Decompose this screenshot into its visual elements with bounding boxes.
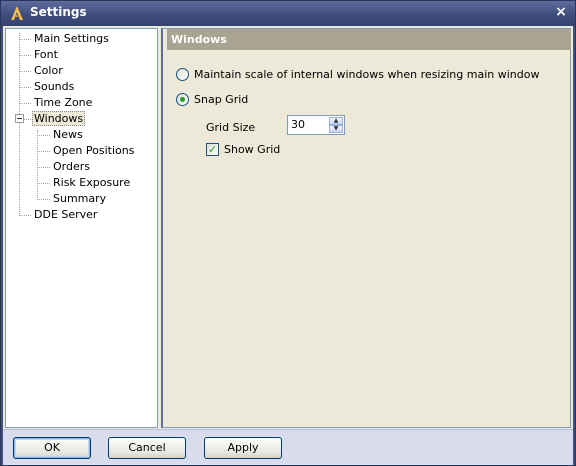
tree-item-label: Summary bbox=[53, 192, 107, 205]
grid-size-label: Grid Size bbox=[206, 121, 256, 134]
cancel-button[interactable]: Cancel bbox=[108, 437, 186, 459]
tree-item-label: Font bbox=[34, 48, 58, 61]
window-title: Settings bbox=[30, 5, 87, 19]
tree-item-label: Risk Exposure bbox=[53, 176, 131, 189]
panel-title: Windows bbox=[167, 29, 571, 50]
grid-size-input[interactable]: 30 bbox=[291, 118, 305, 131]
button-bar: OK Cancel Apply bbox=[3, 429, 573, 465]
tree-item-time-zone[interactable]: Time Zone bbox=[32, 96, 94, 110]
tree-item-label: Orders bbox=[53, 160, 90, 173]
apply-button[interactable]: Apply bbox=[204, 437, 282, 459]
tree-item-dde-server[interactable]: DDE Server bbox=[32, 208, 99, 222]
tree-item-label: News bbox=[53, 128, 83, 141]
settings-panel: Windows Maintain scale of internal windo… bbox=[161, 28, 571, 428]
spin-down-icon[interactable]: ▼ bbox=[329, 125, 343, 133]
show-grid-label: Show Grid bbox=[224, 143, 281, 156]
tree-child-line bbox=[37, 130, 38, 198]
tree-item-news[interactable]: News bbox=[51, 128, 85, 142]
tree-item-label: Time Zone bbox=[34, 96, 93, 109]
snap-grid-label: Snap Grid bbox=[194, 93, 249, 106]
tree-item-label: Main Settings bbox=[34, 32, 109, 45]
tree-root-line bbox=[19, 33, 20, 216]
tree-item-sounds[interactable]: Sounds bbox=[32, 80, 76, 94]
tree-item-windows[interactable]: Windows bbox=[32, 111, 86, 126]
ok-button[interactable]: OK bbox=[13, 437, 91, 459]
settings-tree[interactable]: Main Settings Font Color Sounds Time Zon… bbox=[5, 28, 158, 428]
show-grid-checkbox[interactable]: ✓ bbox=[206, 143, 219, 156]
tree-item-label: Color bbox=[34, 64, 63, 77]
tree-connector bbox=[37, 199, 50, 200]
tree-connector bbox=[37, 183, 50, 184]
grid-size-stepper[interactable]: 30 ▲ ▼ bbox=[287, 115, 345, 135]
settings-dialog: Settings × Main Settings Font Color Soun… bbox=[0, 0, 576, 466]
tree-item-risk-exposure[interactable]: Risk Exposure bbox=[51, 176, 132, 190]
tree-item-open-positions[interactable]: Open Positions bbox=[51, 144, 136, 158]
collapse-toggle-icon[interactable] bbox=[15, 114, 24, 123]
tree-item-orders[interactable]: Orders bbox=[51, 160, 92, 174]
tree-item-label: Sounds bbox=[34, 80, 75, 93]
close-icon[interactable]: × bbox=[554, 4, 568, 20]
tree-connector bbox=[37, 151, 50, 152]
spin-buttons: ▲ ▼ bbox=[329, 117, 343, 133]
app-logo-icon bbox=[11, 6, 23, 20]
tree-item-label: Windows bbox=[32, 111, 86, 126]
tree-item-label: Open Positions bbox=[53, 144, 135, 157]
spin-up-icon[interactable]: ▲ bbox=[329, 117, 343, 125]
title-bar[interactable]: Settings × bbox=[1, 1, 575, 26]
tree-item-color[interactable]: Color bbox=[32, 64, 65, 78]
tree-connector bbox=[19, 215, 31, 216]
tree-item-summary[interactable]: Summary bbox=[51, 192, 108, 206]
tree-connector bbox=[24, 119, 31, 120]
maintain-scale-label: Maintain scale of internal windows when … bbox=[194, 68, 540, 81]
tree-connector bbox=[19, 103, 31, 104]
dialog-body: Main Settings Font Color Sounds Time Zon… bbox=[3, 26, 573, 465]
tree-item-font[interactable]: Font bbox=[32, 48, 60, 62]
tree-item-label: DDE Server bbox=[34, 208, 98, 221]
tree-connector bbox=[19, 39, 31, 40]
tree-connector bbox=[37, 135, 50, 136]
maintain-scale-radio[interactable] bbox=[176, 68, 189, 81]
tree-connector bbox=[19, 55, 31, 56]
snap-grid-radio[interactable] bbox=[176, 93, 189, 106]
tree-connector bbox=[19, 87, 31, 88]
tree-item-main-settings[interactable]: Main Settings bbox=[32, 32, 111, 46]
tree-connector bbox=[19, 71, 31, 72]
tree-connector bbox=[37, 167, 50, 168]
